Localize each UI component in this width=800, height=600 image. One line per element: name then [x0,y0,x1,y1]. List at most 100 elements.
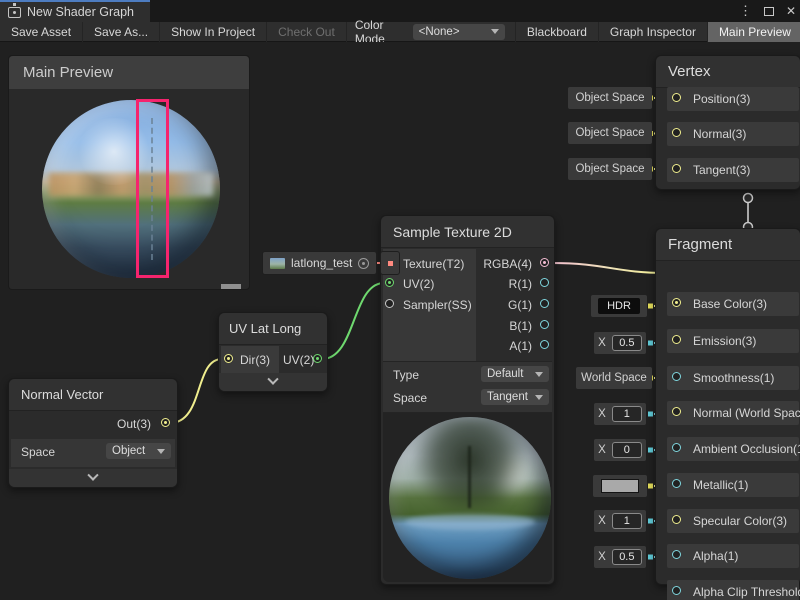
port-tangent[interactable] [672,164,681,173]
port-r-output[interactable] [540,278,549,287]
vertex-row-normal[interactable]: Normal(3) [667,122,799,146]
preview-tree-trunk [468,446,471,508]
r-output-label: R(1) [509,277,532,291]
normal-space-dropdown[interactable]: Object [106,443,171,459]
port-emission[interactable] [672,335,681,344]
fragment-row-specular[interactable]: Specular Color(3) [667,509,799,533]
kebab-menu-icon[interactable]: ⋮ [739,3,752,19]
port-normal-world-space[interactable] [672,407,681,416]
port-metallic[interactable] [672,479,681,488]
texture-preview-sphere [389,417,551,579]
metallic-field[interactable]: X 0 [594,439,646,461]
toolbar: Save Asset Save As... Show In Project Ch… [0,22,800,42]
stub-dot [648,555,653,560]
out-output-label: Out(3) [117,417,151,431]
port-specular-color[interactable] [672,515,681,524]
collapse-bar[interactable] [219,373,327,391]
color-mode-dropdown[interactable]: <None> [413,24,505,40]
b-output-label: B(1) [509,319,532,333]
port-a-output[interactable] [540,340,549,349]
shader-graph-window: New Shader Graph ⋮ ✕ Save Asset Save As.… [0,0,800,600]
type-dropdown[interactable]: Default [481,366,549,382]
port-g-output[interactable] [540,299,549,308]
property-pill[interactable]: latlong_test [262,251,377,275]
space-label: Space [21,445,55,459]
show-in-project-button[interactable]: Show In Project [160,22,267,42]
fragment-row-basecolor[interactable]: Base Color(3) [667,292,799,316]
port-uv-input[interactable] [385,278,394,287]
specular-color-swatch[interactable] [593,475,647,497]
stack-link-top-circle[interactable] [744,194,753,203]
port-alpha[interactable] [672,550,681,559]
fragment-row-alphaclip[interactable]: Alpha Clip Threshold(1) [667,580,799,600]
main-preview-header[interactable]: Main Preview [9,56,249,89]
port-normal[interactable] [672,128,681,137]
position-space-dropdown[interactable]: Object Space [568,87,652,109]
uv-output-label: UV(2) [283,353,314,367]
chevron-down-icon [157,449,165,454]
port-dir-input[interactable] [224,354,233,363]
fragment-row-ao[interactable]: Ambient Occlusion(1) [667,437,799,461]
close-icon[interactable]: ✕ [786,4,796,18]
property-node-latlong-test[interactable]: latlong_test [262,251,400,275]
port-sampler-input[interactable] [385,299,394,308]
stub-dot [648,341,653,346]
main-preview-panel[interactable]: Main Preview [8,55,250,290]
port-base-color[interactable] [672,298,681,307]
alpha-clip-field[interactable]: X 0.5 [594,546,646,568]
port-ambient-occlusion[interactable] [672,443,681,452]
port-b-output[interactable] [540,320,549,329]
chevron-down-icon [535,395,543,400]
chevron-down-icon [535,372,543,377]
tab-new-shader-graph[interactable]: New Shader Graph [0,0,150,22]
port-position[interactable] [672,93,681,102]
emission-hdr-field[interactable]: HDR [591,295,647,317]
wire-rgba-to-basecolor[interactable] [551,263,666,273]
property-port-dot [388,261,393,266]
stub-dot [648,412,653,417]
fragment-node-title: Fragment [656,229,800,261]
fragment-row-emission[interactable]: Emission(3) [667,329,799,353]
preview-toggle-icon[interactable] [358,258,369,269]
port-rgba-output[interactable] [540,258,549,267]
color-swatch[interactable] [601,479,639,493]
maximize-icon[interactable] [764,7,774,16]
fragment-row-smoothness[interactable]: Smoothness(1) [667,366,799,390]
wire-uvlatlong-to-uv[interactable] [322,283,384,359]
port-alpha-clip-threshold[interactable] [672,586,681,595]
main-preview-toggle[interactable]: Main Preview [708,22,800,42]
normal-space-dropdown-ws[interactable]: World Space [576,367,652,389]
collapse-bar[interactable] [9,469,177,487]
chevron-down-icon [87,470,98,481]
save-asset-button[interactable]: Save Asset [0,22,83,42]
port-uv-output[interactable] [313,354,322,363]
panel-resize-grip[interactable] [221,284,241,289]
fragment-row-metallic[interactable]: Metallic(1) [667,473,799,497]
sample-texture-2d-node[interactable]: Sample Texture 2D Texture(T2) UV(2) Samp… [380,215,555,585]
port-out-output[interactable] [161,418,170,427]
port-smoothness[interactable] [672,372,681,381]
uv-lat-long-node[interactable]: UV Lat Long Dir(3) UV(2) [218,312,328,392]
g-output-label: G(1) [508,298,532,312]
property-output-port[interactable] [380,251,400,275]
fragment-row-normalws[interactable]: Normal (World Space)(3) [667,401,799,425]
normal-vector-node[interactable]: Normal Vector Out(3) Space Object [8,378,178,488]
blackboard-toggle[interactable]: Blackboard [515,22,599,42]
tangent-space-dropdown[interactable]: Object Space [568,158,652,180]
alpha-field[interactable]: X 1 [594,510,646,532]
stub-dot [648,519,653,524]
save-as-button[interactable]: Save As... [83,22,160,42]
normal-space-dropdown[interactable]: Object Space [568,122,652,144]
fragment-node[interactable]: Fragment Base Color(3) Emission(3) Smoot… [655,228,800,585]
fragment-row-alpha[interactable]: Alpha(1) [667,544,799,568]
space-dropdown[interactable]: Tangent [481,389,549,405]
graph-inspector-toggle[interactable]: Graph Inspector [599,22,708,42]
vertex-row-tangent[interactable]: Tangent(3) [667,158,799,182]
normal-vector-title: Normal Vector [9,379,177,411]
graph-canvas[interactable]: Main Preview Vertex Position(3) [0,42,800,600]
vertex-row-position[interactable]: Position(3) [667,87,799,111]
ambient-occlusion-field[interactable]: X 1 [594,403,646,425]
smoothness-field[interactable]: X 0.5 [594,332,646,354]
vertex-node[interactable]: Vertex Position(3) Normal(3) Tangent(3) [655,55,800,190]
space-row: Space Object [11,439,175,467]
